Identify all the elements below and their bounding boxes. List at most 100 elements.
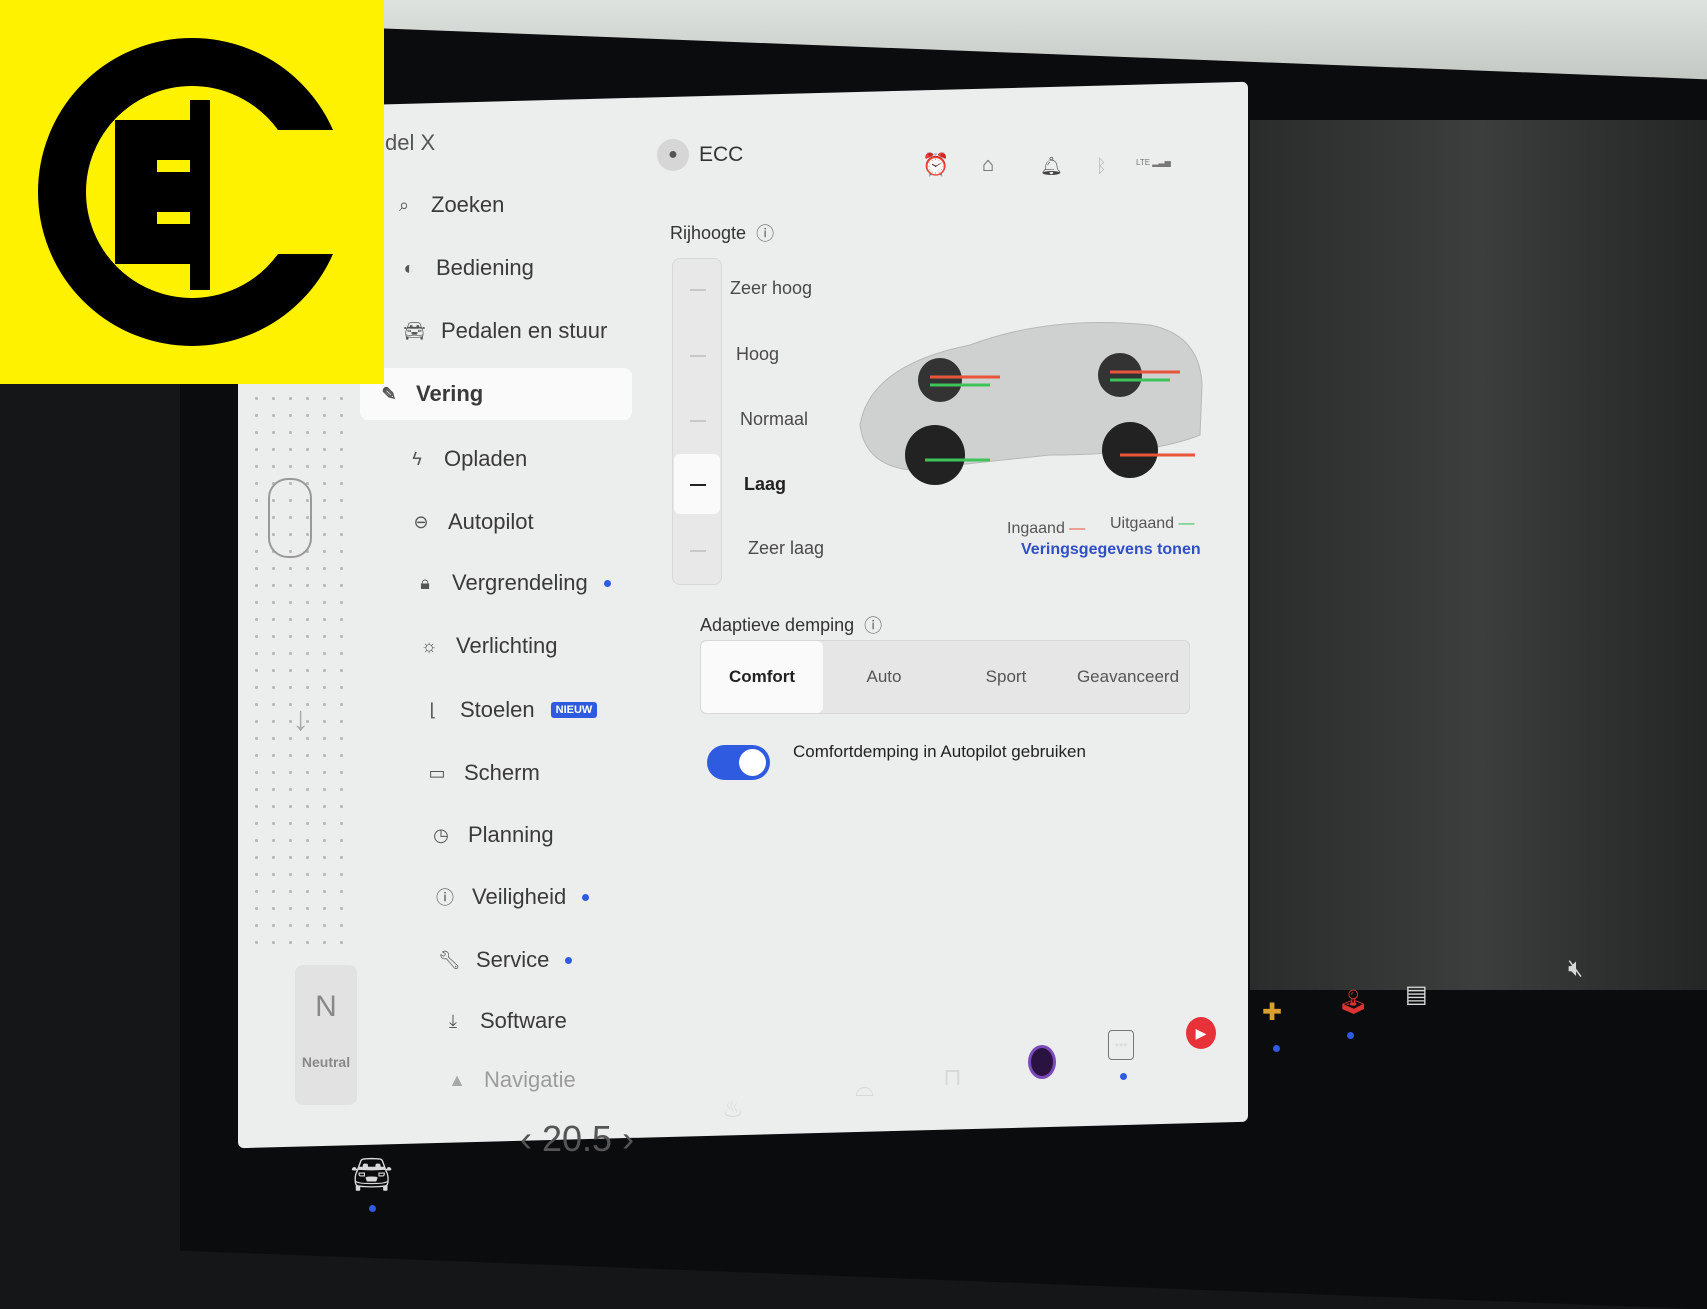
ride-height-option[interactable]: Zeer hoog <box>730 278 812 299</box>
seat-icon: ⌊ <box>429 699 437 720</box>
ride-height-option-selected[interactable]: Laag <box>744 474 786 495</box>
slider-tick <box>690 484 706 486</box>
sidebar-item-vering[interactable]: ✎ Vering <box>360 368 632 420</box>
arrow-down-icon: ↓ <box>292 700 309 738</box>
temperature-value: 20.5 <box>542 1118 613 1159</box>
sidebar-item-vergrendeling[interactable]: 🔒︎ Vergrendeling <box>396 558 611 608</box>
sidebar-item-label: Zoeken <box>431 192 505 217</box>
brand-logo <box>0 0 384 384</box>
legend-ingaand: Ingaand — <box>1007 520 1086 537</box>
light-icon: ☼ <box>420 635 438 656</box>
notification-dot <box>1273 1045 1280 1052</box>
alarm-icon[interactable]: ⏰ <box>922 152 949 178</box>
comfort-damping-toggle[interactable] <box>707 745 770 780</box>
garage-icon[interactable]: ⌂ <box>982 154 994 177</box>
sidebar-item-autopilot[interactable]: ⊖ Autopilot <box>392 497 534 547</box>
car-icon: 🚘︎ <box>403 320 426 341</box>
more-icon[interactable]: ••• <box>1108 1030 1134 1060</box>
damping-heading: Adaptieve demping ⓘ <box>700 612 882 638</box>
sidebar-item-software[interactable]: ⤓ Software <box>424 996 567 1046</box>
notification-dot <box>582 893 590 901</box>
slider-tick <box>690 355 706 357</box>
gear-letter: N <box>315 990 337 1023</box>
sidebar-item-planning[interactable]: ◷ Planning <box>412 810 554 860</box>
slider-tick <box>690 420 706 422</box>
car-icon[interactable]: 🚘︎ <box>350 1155 393 1195</box>
sidebar-item-label: Stoelen <box>460 697 535 722</box>
sidebar-item-label: Verlichting <box>456 633 558 658</box>
damping-option-sport[interactable]: Sport <box>945 641 1067 713</box>
sidebar-item-label: Pedalen en stuur <box>441 318 608 343</box>
games-icon[interactable]: ✚ <box>1262 998 1282 1027</box>
front-defrost-icon[interactable]: ⊓ <box>943 1063 962 1092</box>
map-area <box>1250 120 1707 990</box>
legend-uitgaand: Uitgaand — <box>1110 515 1195 532</box>
damping-option-comfort[interactable]: Comfort <box>701 641 823 713</box>
damping-option-auto[interactable]: Auto <box>823 641 945 713</box>
damping-option-geavanceerd[interactable]: Geavanceerd <box>1067 641 1189 713</box>
sidebar-item-stoelen[interactable]: ⌊ Stoelen NIEUW <box>404 685 598 735</box>
bell-icon[interactable]: 🔔︎ <box>1040 156 1063 177</box>
volume-mute-icon[interactable]: 🔇︎ <box>1568 955 1583 983</box>
info-icon[interactable]: ⓘ <box>756 220 774 246</box>
damping-segmented-control: Comfort Auto Sport Geavanceerd <box>700 640 1190 714</box>
notification-dot <box>369 1205 376 1212</box>
sidebar-item-zoeken[interactable]: ⌕ Zoeken <box>375 180 504 230</box>
info-icon[interactable]: ⓘ <box>864 612 882 638</box>
alert-icon: ⓘ <box>436 888 454 908</box>
sidebar-item-veiligheid[interactable]: ⓘ Veiligheid <box>416 872 590 922</box>
app-icon[interactable]: ▤ <box>1405 980 1428 1009</box>
rear-defrost-icon[interactable]: ⌓ <box>855 1075 874 1103</box>
dot-grid <box>248 390 348 950</box>
sidebar-item-navigatie[interactable]: ▲ Navigatie <box>428 1055 576 1105</box>
navigation-icon: ▲ <box>448 1069 466 1090</box>
ride-height-option[interactable]: Hoog <box>736 344 779 365</box>
download-icon: ⤓ <box>449 1010 457 1031</box>
suspension-data-link[interactable]: Veringsgegevens tonen <box>1021 541 1201 559</box>
sidebar-item-label: Navigatie <box>484 1067 576 1092</box>
bolt-icon: ϟ <box>412 448 422 469</box>
ride-height-title: Rijhoogte <box>670 222 747 243</box>
ride-height-option[interactable]: Zeer laag <box>748 538 824 559</box>
youtube-music-icon[interactable]: ▶ <box>1186 1017 1216 1049</box>
gear-label: Neutral <box>301 1054 351 1070</box>
camera-icon[interactable] <box>1028 1045 1056 1079</box>
notification-dot <box>603 579 611 587</box>
bluetooth-icon[interactable]: ᛒ <box>1096 156 1107 177</box>
sidebar-item-label: Autopilot <box>448 509 534 534</box>
damping-title: Adaptieve demping <box>700 614 855 635</box>
sidebar-item-verlichting[interactable]: ☼ Verlichting <box>400 621 558 671</box>
lock-icon: 🔒︎ <box>420 572 430 593</box>
new-badge: NIEUW <box>550 702 598 718</box>
car-top-view-icon <box>268 478 312 558</box>
sidebar-item-label: Software <box>480 1008 567 1033</box>
sidebar-item-label: Scherm <box>464 760 540 785</box>
temperature-control[interactable]: ‹ 20.5 › <box>520 1118 634 1160</box>
lte-signal-icon: LTE ▂▃▅ <box>1136 158 1171 167</box>
sidebar-item-label: Planning <box>468 822 554 847</box>
sidebar-item-bediening[interactable]: ◐ Bediening <box>380 243 534 293</box>
sidebar-item-service[interactable]: 🔧︎ Service <box>420 935 573 985</box>
profile-icon: ● <box>657 139 689 171</box>
ride-height-option[interactable]: Normaal <box>740 409 808 430</box>
clock-icon: ◷ <box>433 824 449 845</box>
gear-selector[interactable]: N Neutral <box>295 965 357 1105</box>
notification-dot <box>565 956 573 964</box>
slider-tick <box>690 550 706 552</box>
ride-height-heading: Rijhoogte ⓘ <box>670 220 774 246</box>
search-icon: ⌕ <box>398 194 410 215</box>
sidebar-item-label: Vergrendeling <box>452 570 588 595</box>
model-title: del X <box>385 130 436 155</box>
profile-button[interactable]: ● ECC <box>657 139 743 171</box>
toggle-icon: ◐ <box>403 257 415 278</box>
slider-tick <box>690 289 706 291</box>
wrench-icon: 🔧︎ <box>438 949 461 970</box>
seat-heater-icon[interactable]: ♨ <box>722 1095 744 1124</box>
sidebar-item-scherm[interactable]: ▭ Scherm <box>408 748 540 798</box>
joystick-icon[interactable]: 🕹︎ <box>1338 988 1368 1017</box>
sidebar-item-label: Vering <box>416 381 484 406</box>
sidebar-item-label: Service <box>476 947 550 972</box>
sidebar-item-label: Bediening <box>436 255 534 280</box>
sidebar-item-pedalen[interactable]: 🚘︎ Pedalen en stuur <box>385 306 607 356</box>
sidebar-item-opladen[interactable]: ϟ Opladen <box>388 434 527 484</box>
